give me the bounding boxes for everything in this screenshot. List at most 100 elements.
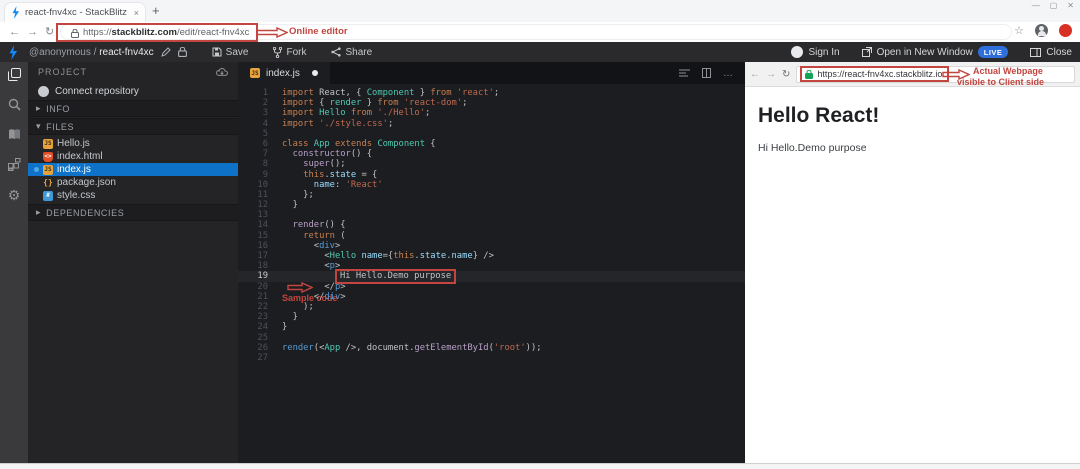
code-line[interactable]: 9 this.state = { xyxy=(238,170,745,180)
code-line[interactable]: 18 <p> xyxy=(238,261,745,271)
close-panel-button[interactable]: Close xyxy=(1030,47,1072,58)
privacy-lock-icon[interactable] xyxy=(177,47,187,57)
project-breadcrumb[interactable]: @anonymous / react-fnv4xc xyxy=(29,47,154,58)
line-number: 24 xyxy=(257,322,268,333)
code-line[interactable]: 20 </p> xyxy=(238,282,745,292)
download-project-icon[interactable] xyxy=(216,67,228,77)
code-line[interactable]: 14 render() { xyxy=(238,220,745,230)
preview-back-icon[interactable]: ← xyxy=(750,69,760,80)
new-tab-button[interactable]: + xyxy=(152,3,160,18)
line-number: 8 xyxy=(262,159,268,170)
line-text: class App extends Component { xyxy=(282,138,436,149)
code-line[interactable]: 2 import { render } from 'react-dom'; xyxy=(238,98,745,108)
line-text: Hi Hello.Demo purpose Sample code xyxy=(282,269,457,303)
code-line[interactable]: 5 xyxy=(238,129,745,139)
search-icon[interactable] xyxy=(8,98,21,111)
line-number: 4 xyxy=(262,118,268,129)
file-row[interactable]: # style.css xyxy=(28,189,238,202)
activity-bar: ⚙ xyxy=(0,62,28,464)
settings-gear-icon[interactable]: ⚙ xyxy=(8,188,21,202)
code-line[interactable]: 19 Hi Hello.Demo purpose Sample code xyxy=(238,269,745,303)
code-line[interactable]: 15 return ( xyxy=(238,231,745,241)
section-dependencies[interactable]: ▸ DEPENDENCIES xyxy=(28,204,238,221)
code-line[interactable]: 1 import React, { Component } from 'react… xyxy=(238,88,745,98)
bookmark-star-icon[interactable]: ☆ xyxy=(1014,24,1024,37)
code-line[interactable]: 21 </div> xyxy=(238,292,745,302)
line-text: <Hello name={this.state.name} /> xyxy=(282,251,494,261)
more-options-icon[interactable]: … xyxy=(723,68,733,79)
code-area[interactable]: 1 import React, { Component } from 'react… xyxy=(238,88,745,363)
code-line[interactable]: 3 import Hello from './Hello'; xyxy=(238,108,745,118)
file-row[interactable]: <> index.html xyxy=(28,150,238,163)
line-text: render(<App />, document.getElementById(… xyxy=(282,342,542,353)
forward-icon[interactable]: → xyxy=(27,25,38,39)
extensions-icon[interactable] xyxy=(7,158,21,171)
file-name: index.html xyxy=(57,151,103,162)
files-activity-icon[interactable] xyxy=(7,68,21,81)
code-line[interactable]: 10 name: 'React' xyxy=(238,180,745,190)
code-line[interactable]: 6 class App extends Component { xyxy=(238,139,745,149)
tab-close-icon[interactable]: × xyxy=(134,8,139,18)
connect-repository-button[interactable]: Connect repository xyxy=(28,82,238,100)
code-line[interactable]: 7 constructor() { xyxy=(238,149,745,159)
edit-name-pencil-icon[interactable] xyxy=(160,47,171,57)
header-right: Sign In Open in New Window LIVE Close xyxy=(791,46,1072,58)
code-line[interactable]: 27 xyxy=(238,353,745,363)
code-line[interactable]: 16 <div> xyxy=(238,241,745,251)
file-type-icon: {} xyxy=(43,178,53,187)
maximize-icon[interactable]: ▢ xyxy=(1050,1,1058,10)
project-panel-header: PROJECT xyxy=(28,62,238,82)
open-new-window-button[interactable]: Open in New Window LIVE xyxy=(861,46,1009,58)
line-number: 21 xyxy=(257,291,268,302)
code-line[interactable]: 23 } xyxy=(238,312,745,322)
editor-tab-indexjs[interactable]: JS index.js xyxy=(238,62,330,84)
preview-refresh-icon[interactable]: ↻ xyxy=(782,69,790,80)
share-button[interactable]: Share xyxy=(331,47,372,58)
fork-icon xyxy=(273,46,283,58)
section-info[interactable]: ▸ INFO xyxy=(28,100,238,117)
close-window-icon[interactable]: ✕ xyxy=(1067,1,1074,10)
line-number: 18 xyxy=(257,261,268,272)
code-line[interactable]: 25 xyxy=(238,333,745,343)
sign-in-button[interactable]: Sign In xyxy=(791,46,840,58)
file-type-icon: JS xyxy=(43,138,53,149)
line-number: 3 xyxy=(262,108,268,119)
file-row[interactable]: JS index.js xyxy=(28,163,238,176)
back-icon[interactable]: ← xyxy=(9,25,20,39)
line-number: 10 xyxy=(257,179,268,190)
line-text: render() { xyxy=(292,220,346,231)
profile-avatar[interactable] xyxy=(1035,24,1048,37)
line-number: 25 xyxy=(257,332,268,343)
line-number: 12 xyxy=(257,200,268,211)
modified-dot-icon xyxy=(34,141,39,146)
code-line[interactable]: 17 <Hello name={this.state.name} /> xyxy=(238,251,745,261)
line-number: 27 xyxy=(257,352,268,363)
browser-tab[interactable]: react-fnv4xc - StackBlitz × xyxy=(4,2,146,22)
code-line[interactable]: 4 import './style.css'; xyxy=(238,119,745,129)
line-text: } xyxy=(282,312,298,323)
fork-button[interactable]: Fork xyxy=(273,46,306,58)
section-files[interactable]: ▾ FILES xyxy=(28,118,238,135)
line-number: 7 xyxy=(262,149,268,160)
code-line[interactable]: 11 }; xyxy=(238,190,745,200)
save-button[interactable]: Save xyxy=(212,47,248,58)
file-row[interactable]: JS Hello.js xyxy=(28,137,238,150)
format-icon[interactable] xyxy=(679,69,690,78)
browser-tab-strip: react-fnv4xc - StackBlitz × + — ▢ ✕ xyxy=(0,0,1080,23)
split-editor-icon[interactable] xyxy=(702,68,711,78)
code-line[interactable]: 26 render(<App />, document.getElementByI… xyxy=(238,343,745,353)
refresh-icon[interactable]: ↻ xyxy=(45,25,54,39)
code-line[interactable]: 13 xyxy=(238,210,745,220)
preview-forward-icon[interactable]: → xyxy=(766,69,776,80)
code-line[interactable]: 8 super(); xyxy=(238,159,745,169)
line-text: this.state = { xyxy=(303,169,378,180)
line-number: 9 xyxy=(262,169,268,180)
code-line[interactable]: 12 } xyxy=(238,200,745,210)
docs-book-icon[interactable] xyxy=(8,128,21,141)
modified-dot-icon xyxy=(34,154,39,159)
chevron-down-icon: ▾ xyxy=(36,121,42,131)
code-line[interactable]: 24} xyxy=(238,322,745,332)
update-badge-icon[interactable] xyxy=(1059,24,1072,37)
file-row[interactable]: {} package.json xyxy=(28,176,238,189)
minimize-icon[interactable]: — xyxy=(1032,1,1040,10)
